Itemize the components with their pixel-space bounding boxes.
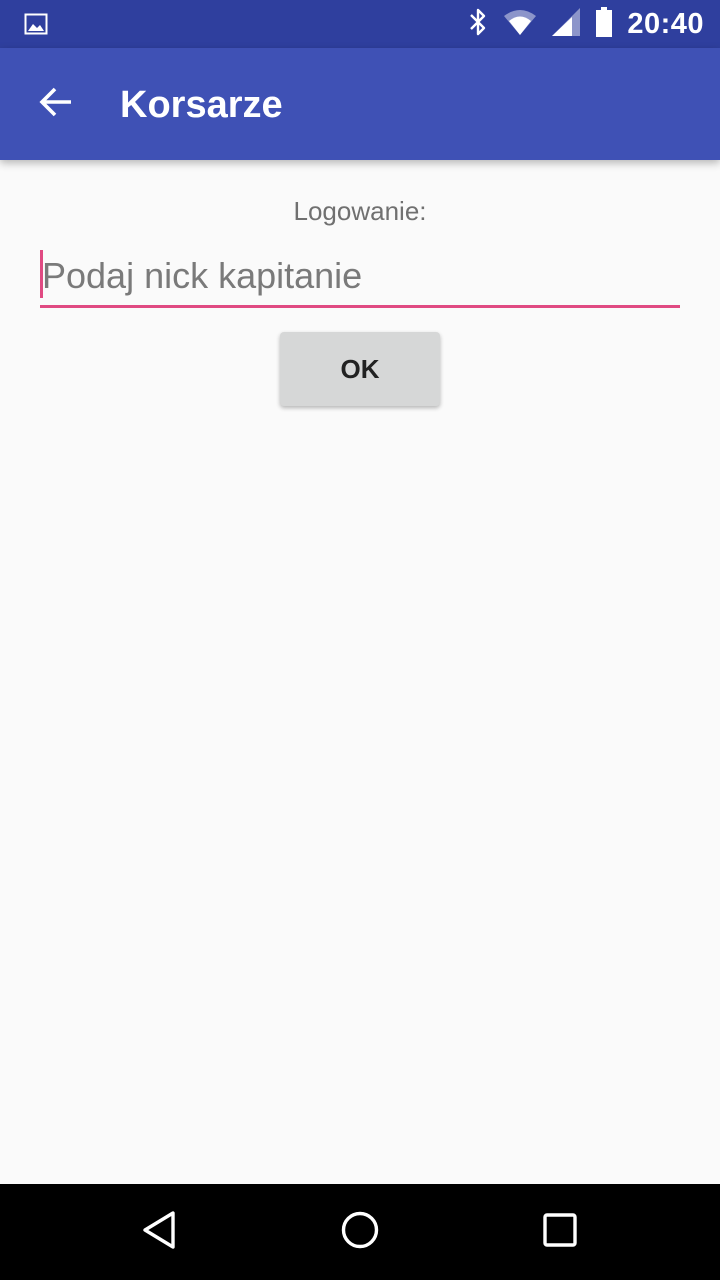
nick-field[interactable] <box>40 248 680 308</box>
status-bar: 20:40 <box>0 0 720 48</box>
login-form: Logowanie: OK <box>0 160 720 1184</box>
nav-recents-button[interactable] <box>530 1202 590 1262</box>
login-label: Logowanie: <box>293 196 427 226</box>
nav-home-button[interactable] <box>330 1202 390 1262</box>
wifi-icon <box>503 8 537 41</box>
back-triangle-icon <box>140 1210 180 1255</box>
navigation-bar <box>0 1184 720 1280</box>
back-button[interactable] <box>24 72 88 136</box>
battery-icon <box>595 6 613 42</box>
arrow-left-icon <box>38 84 74 125</box>
recents-square-icon <box>542 1212 578 1253</box>
page-title: Korsarze <box>120 84 283 126</box>
image-icon <box>24 12 48 36</box>
status-icons: 20:40 <box>467 0 704 48</box>
home-circle-icon <box>340 1210 380 1255</box>
signal-icon <box>551 7 581 42</box>
nick-input[interactable] <box>42 248 678 304</box>
ok-button[interactable]: OK <box>280 332 440 406</box>
bluetooth-icon <box>467 7 489 42</box>
app-bar: Korsarze <box>0 48 720 160</box>
status-time: 20:40 <box>627 7 704 40</box>
nav-back-button[interactable] <box>130 1202 190 1262</box>
